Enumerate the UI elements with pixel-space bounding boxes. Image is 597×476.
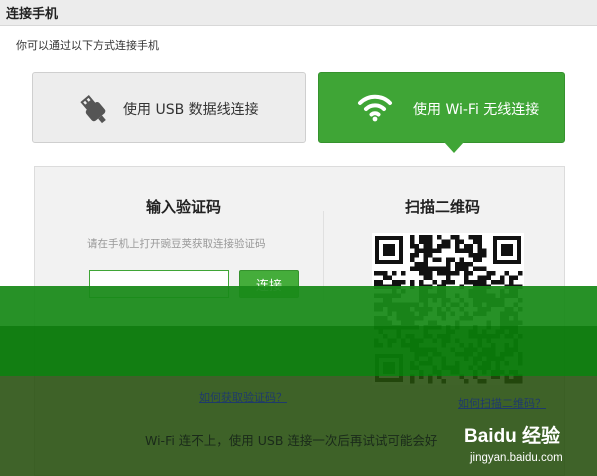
footer-hint: Wi-Fi 连不上，使用 USB 连接一次后再试试可能会好 xyxy=(145,433,438,448)
green-overlay-band-dark xyxy=(0,326,597,376)
usb-connect-option[interactable]: 使用 USB 数据线连接 xyxy=(32,72,306,143)
how-to-get-code-link[interactable]: 如何获取验证码？ xyxy=(199,389,287,405)
selection-pointer xyxy=(444,142,464,153)
how-to-scan-qr-link[interactable]: 如何扫描二维码？ xyxy=(458,395,546,411)
code-section-title: 输入验证码 xyxy=(146,198,222,216)
green-overlay-band xyxy=(0,286,597,326)
wifi-option-label: 使用 Wi-Fi 无线连接 xyxy=(413,102,540,118)
qr-section-title: 扫描二维码 xyxy=(405,198,481,216)
watermark-brand: Baidu 经验 xyxy=(464,426,561,447)
wifi-connect-option[interactable]: 使用 Wi-Fi 无线连接 xyxy=(318,72,565,143)
code-hint: 请在手机上打开豌豆荚获取连接验证码 xyxy=(87,238,266,250)
title-bar: 连接手机 xyxy=(0,0,597,26)
watermark-url: jingyan.baidu.com xyxy=(470,452,563,464)
baidu-watermark: Baidu 经验 xyxy=(464,421,560,448)
window-title: 连接手机 xyxy=(6,7,59,22)
usb-icon xyxy=(75,91,113,131)
usb-option-label: 使用 USB 数据线连接 xyxy=(123,102,259,118)
page-subtitle: 你可以通过以下方式连接手机 xyxy=(16,39,159,52)
wifi-icon xyxy=(357,93,393,127)
